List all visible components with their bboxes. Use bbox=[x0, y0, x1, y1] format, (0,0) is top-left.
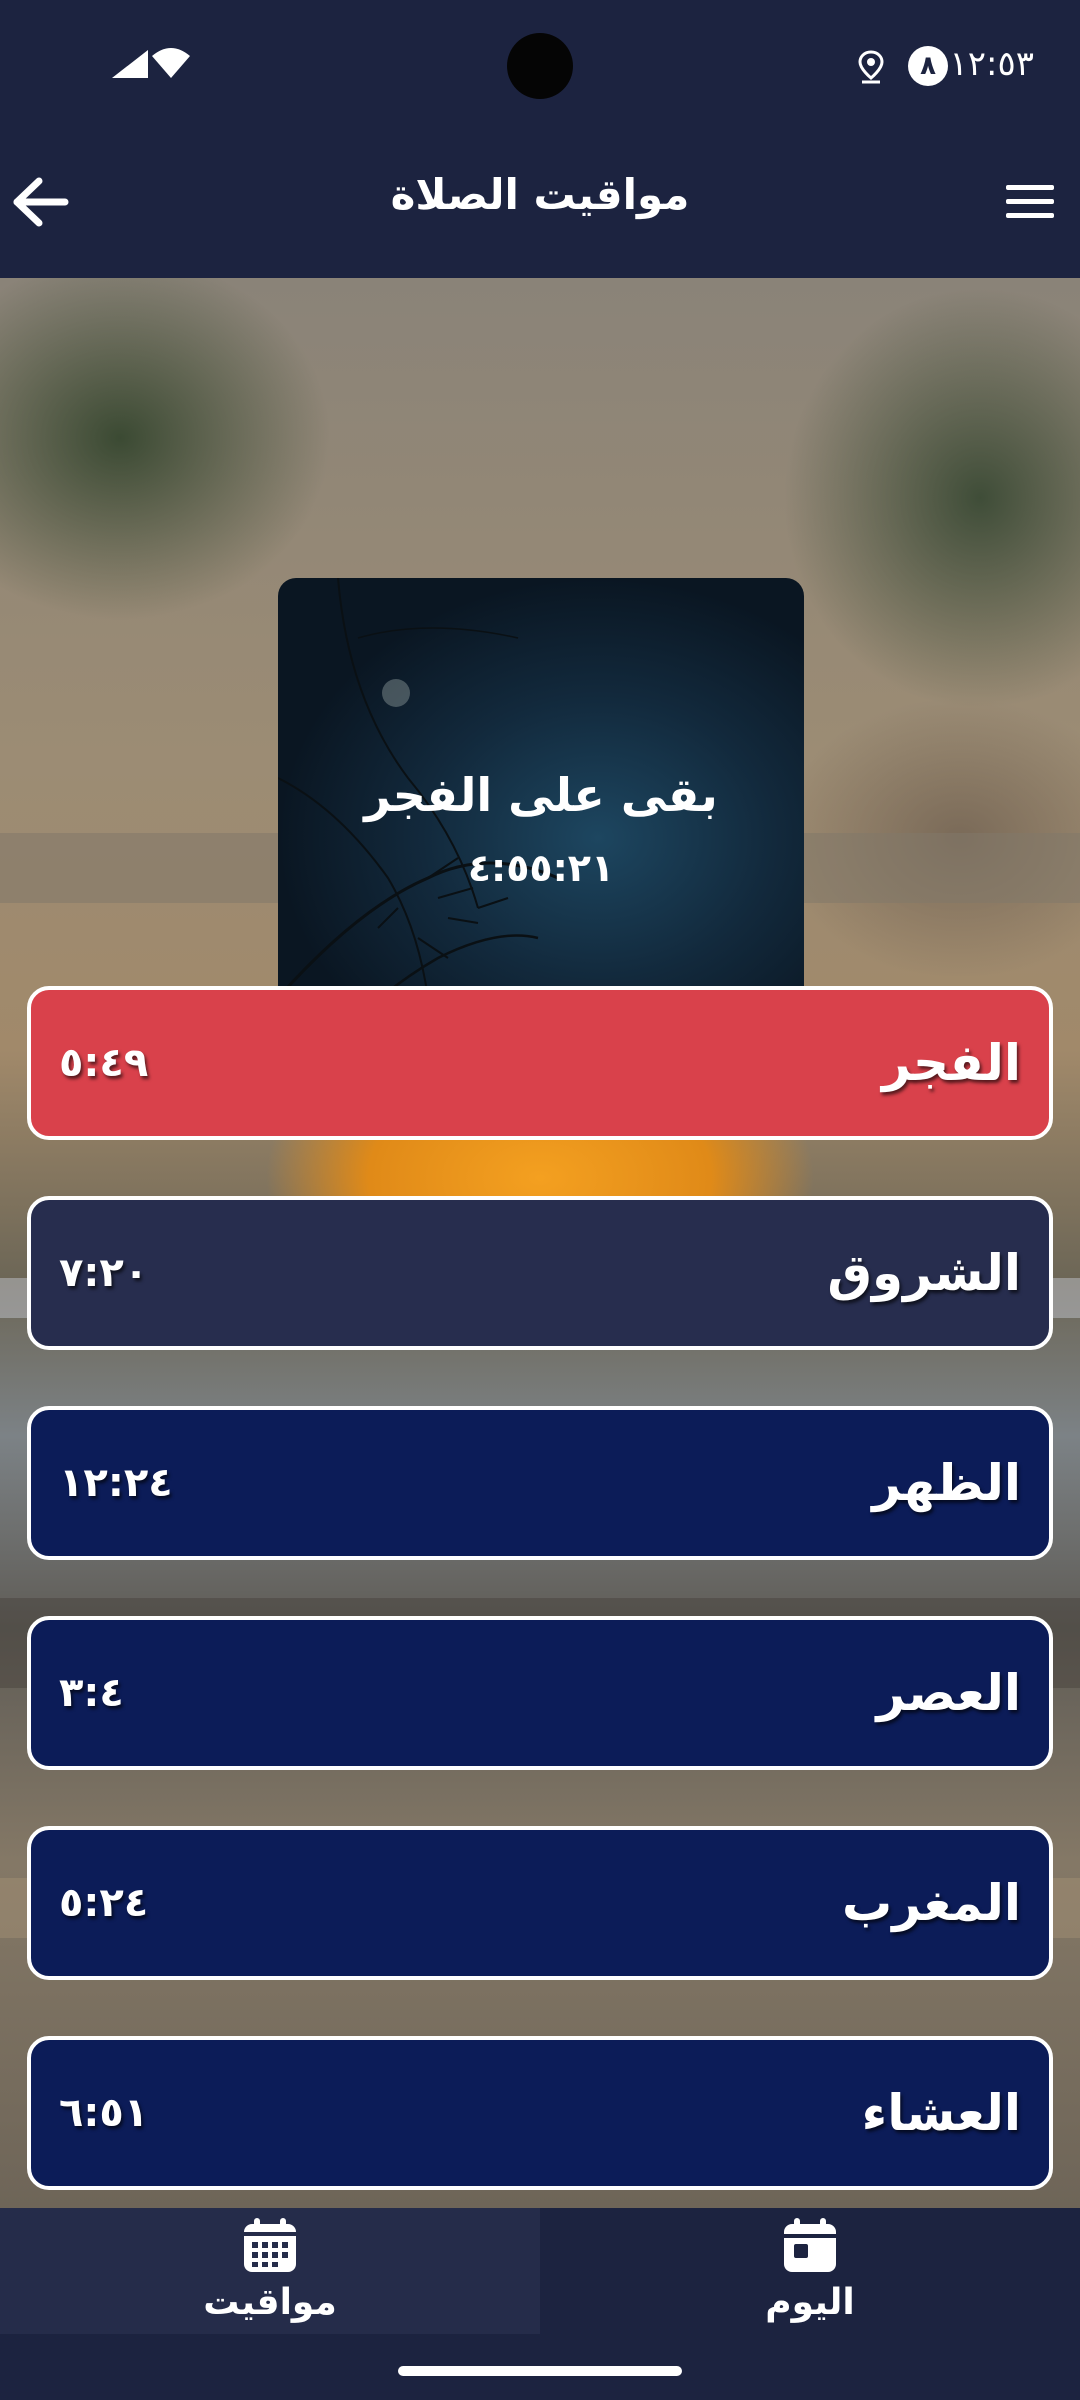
home-gesture-bar[interactable] bbox=[398, 2366, 682, 2376]
calendar-today-icon bbox=[784, 2218, 836, 2272]
arrow-back-icon bbox=[13, 177, 69, 227]
page-title: مواقيت الصلاة bbox=[390, 170, 690, 219]
prayer-name: العشاء bbox=[861, 2084, 1021, 2142]
status-time: ١٢:٥٣ bbox=[949, 44, 1034, 84]
prayer-row-dhuhr[interactable]: ١٢:٢٤ الظهر bbox=[27, 1406, 1053, 1560]
countdown-label: بقى على الفجر bbox=[364, 768, 718, 822]
location-icon bbox=[858, 50, 884, 84]
back-button[interactable] bbox=[8, 170, 72, 234]
prayer-name: العصر bbox=[876, 1664, 1021, 1722]
notification-badge: ٨ bbox=[908, 46, 948, 86]
prayer-row-fajr[interactable]: ٥:٤٩ الفجر bbox=[27, 986, 1053, 1140]
wifi-icon bbox=[152, 48, 190, 78]
prayer-name: الشروق bbox=[827, 1244, 1021, 1302]
prayer-time: ٧:٢٠ bbox=[59, 1250, 149, 1296]
prayer-name: المغرب bbox=[841, 1874, 1021, 1932]
nav-tab-today[interactable]: اليوم bbox=[540, 2208, 1080, 2334]
nav-tab-times[interactable]: مواقيت bbox=[0, 2208, 540, 2334]
signal-icon bbox=[112, 50, 148, 78]
countdown-time: ٤:٥٥:٢١ bbox=[467, 846, 615, 890]
hamburger-menu-icon bbox=[1006, 185, 1054, 218]
prayer-row-maghrib[interactable]: ٥:٢٤ المغرب bbox=[27, 1826, 1053, 1980]
status-bar: ٨ ١٢:٥٣ bbox=[0, 0, 1080, 130]
calendar-grid-icon bbox=[244, 2218, 296, 2272]
camera-cutout bbox=[507, 33, 573, 99]
prayer-row-isha[interactable]: ٦:٥١ العشاء bbox=[27, 2036, 1053, 2190]
prayer-row-asr[interactable]: ٣:٤ العصر bbox=[27, 1616, 1053, 1770]
nav-tab-label: اليوم bbox=[765, 2282, 855, 2323]
bottom-navigation: مواقيت اليوم bbox=[0, 2208, 1080, 2334]
menu-button[interactable] bbox=[994, 170, 1066, 234]
prayer-time: ٥:٢٤ bbox=[59, 1880, 149, 1926]
prayer-name: الظهر bbox=[872, 1454, 1021, 1512]
prayer-name: الفجر bbox=[881, 1034, 1021, 1092]
prayer-time: ٣:٤ bbox=[59, 1670, 124, 1716]
app-bar: مواقيت الصلاة bbox=[0, 130, 1080, 278]
prayer-time: ١٢:٢٤ bbox=[59, 1460, 173, 1506]
prayer-time: ٦:٥١ bbox=[59, 2090, 149, 2136]
nav-tab-label: مواقيت bbox=[203, 2282, 337, 2323]
prayer-row-sunrise[interactable]: ٧:٢٠ الشروق bbox=[27, 1196, 1053, 1350]
prayer-time: ٥:٤٩ bbox=[59, 1040, 149, 1086]
